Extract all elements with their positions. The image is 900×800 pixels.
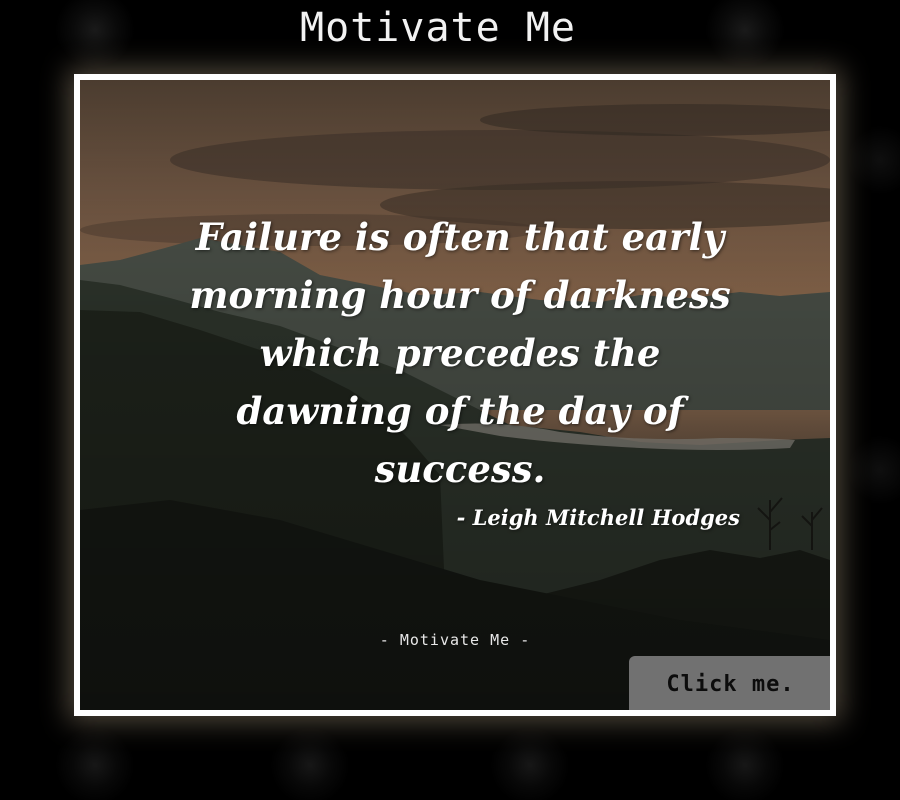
click-me-button[interactable]: Click me. <box>629 656 830 710</box>
app-title: Motivate Me <box>300 5 576 51</box>
quote-author: - Leigh Mitchell Hodges <box>456 505 740 530</box>
quote-text: Failure is often that early morning hour… <box>189 215 731 491</box>
watermark-text: - Motivate Me - <box>379 631 531 649</box>
quote-card: Failure is often that early morning hour… <box>74 74 836 716</box>
